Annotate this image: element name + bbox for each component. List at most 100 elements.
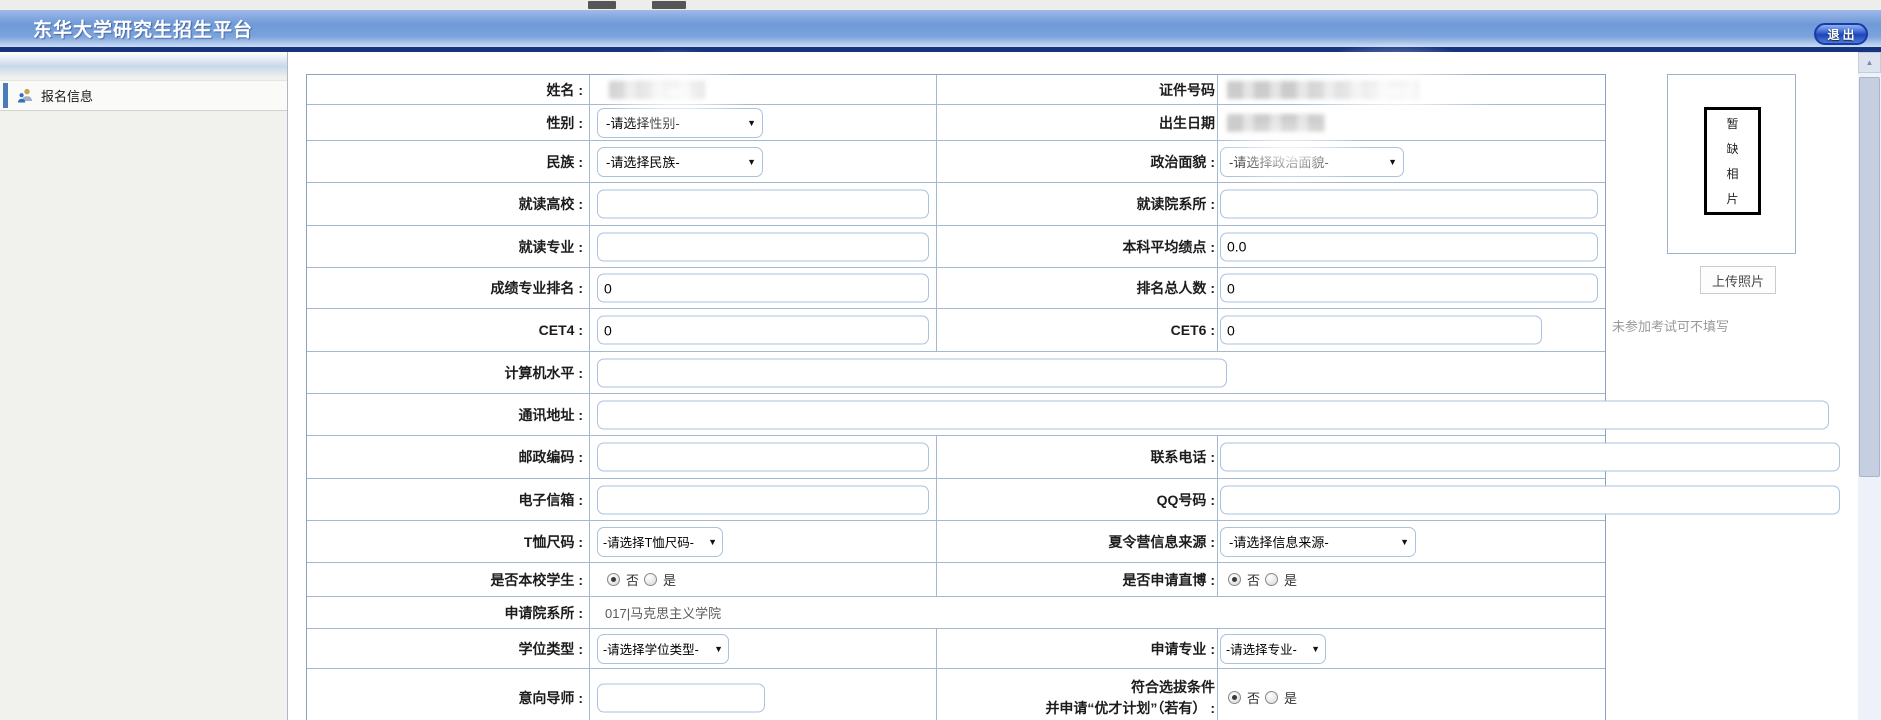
radio-yes[interactable] bbox=[1265, 691, 1278, 704]
divider bbox=[589, 105, 590, 140]
radio-yes-label: 是 bbox=[1284, 570, 1297, 589]
divider bbox=[589, 394, 590, 435]
form-row-address: 通讯地址 : bbox=[307, 394, 1605, 436]
field-label-ethnicity: 民族 : bbox=[307, 141, 588, 182]
cet6-input[interactable] bbox=[1220, 316, 1542, 345]
phone-input[interactable] bbox=[1220, 443, 1840, 472]
chevron-down-icon: ▼ bbox=[1311, 644, 1320, 654]
browser-remnant bbox=[588, 1, 616, 9]
address-input[interactable] bbox=[597, 400, 1829, 429]
field-label-qq: QQ号码 : bbox=[937, 479, 1220, 520]
divider bbox=[589, 226, 590, 267]
divider bbox=[589, 436, 590, 478]
field-label-degree-type: 学位类型 : bbox=[307, 629, 588, 668]
header-bar: 东华大学研究生招生平台 退出 bbox=[0, 10, 1881, 47]
field-label-department: 就读院系所 : bbox=[937, 183, 1220, 225]
cet4-input[interactable] bbox=[597, 316, 929, 345]
field-label-university: 就读高校 : bbox=[307, 183, 588, 225]
political-status-select[interactable]: -请选择政治面貌- ▼ bbox=[1220, 147, 1404, 177]
field-label-talent-plan: 符合选拔条件 并申请“优才计划”（若有） : bbox=[937, 669, 1220, 720]
field-label-political-status: 政治面貌 : bbox=[937, 141, 1220, 182]
divider bbox=[589, 521, 590, 562]
radio-no[interactable] bbox=[1228, 573, 1241, 586]
divider bbox=[589, 352, 590, 393]
chevron-down-icon: ▼ bbox=[1400, 537, 1409, 547]
redacted-name-value bbox=[609, 81, 705, 99]
form-row-computer-level: 计算机水平 : bbox=[307, 352, 1605, 394]
form-row-advisor-talentplan: 意向导师 : 符合选拔条件 并申请“优才计划”（若有） : 否 是 bbox=[307, 669, 1605, 720]
radio-no-label: 否 bbox=[626, 570, 639, 589]
form-row-tshirt-source: T恤尺码 : -请选择T恤尺码- ▼ 夏令营信息来源 : -请选择信息来源- ▼ bbox=[307, 521, 1605, 563]
chevron-down-icon: ▼ bbox=[714, 644, 723, 654]
qq-input[interactable] bbox=[1220, 485, 1840, 514]
computer-level-input[interactable] bbox=[597, 358, 1227, 387]
field-label-info-source: 夏令营信息来源 : bbox=[937, 521, 1220, 562]
divider bbox=[589, 479, 590, 520]
tshirt-size-select-value: -请选择T恤尺码- bbox=[603, 532, 694, 551]
field-label-name: 姓名 : bbox=[307, 75, 588, 104]
form-row-apply-dept: 申请院系所 : 017|马克思主义学院 bbox=[307, 597, 1605, 629]
university-input[interactable] bbox=[597, 190, 929, 219]
postcode-input[interactable] bbox=[597, 443, 929, 472]
field-label-advisor: 意向导师 : bbox=[307, 669, 588, 720]
advisor-input[interactable] bbox=[597, 683, 765, 712]
form-row-major-gpa: 就读专业 : 本科平均绩点 : bbox=[307, 226, 1605, 268]
field-label-cet4: CET4 : bbox=[307, 309, 588, 351]
gender-select-value: -请选择性别- bbox=[606, 113, 680, 132]
info-source-select[interactable]: -请选择信息来源- ▼ bbox=[1220, 527, 1416, 557]
scrollbar-thumb[interactable] bbox=[1859, 77, 1880, 477]
rank-total-input[interactable] bbox=[1220, 274, 1598, 303]
upload-photo-button[interactable]: 上传照片 bbox=[1700, 266, 1776, 294]
app-window: 东华大学研究生招生平台 退出 报名信息 姓名 : 证件号码 bbox=[0, 0, 1881, 720]
ethnicity-select-value: -请选择民族- bbox=[606, 152, 680, 171]
field-label-computer-level: 计算机水平 : bbox=[307, 352, 588, 393]
browser-remnant bbox=[652, 1, 686, 9]
radio-yes[interactable] bbox=[1265, 573, 1278, 586]
chevron-down-icon: ▼ bbox=[747, 118, 756, 128]
rank-input[interactable] bbox=[597, 274, 929, 303]
redacted-id-number-value bbox=[1227, 81, 1419, 99]
chevron-down-icon: ▼ bbox=[1388, 157, 1397, 167]
field-label-rank-total: 排名总人数 : bbox=[937, 268, 1220, 308]
radio-no-label: 否 bbox=[1247, 688, 1260, 707]
sidebar-item-registration-info[interactable]: 报名信息 bbox=[0, 80, 287, 111]
form-row-rank: 成绩专业排名 : 排名总人数 : bbox=[307, 268, 1605, 309]
field-label-id-number: 证件号码 bbox=[937, 75, 1220, 104]
scrollbar-up-arrow[interactable]: ▲ bbox=[1858, 52, 1881, 73]
photo-placeholder-box: 暂 缺 相 片 bbox=[1667, 74, 1796, 254]
form-row-local-directphd: 是否本校学生 : 否 是 是否申请直博 : 否 是 bbox=[307, 563, 1605, 597]
form-row-postcode-phone: 邮政编码 : 联系电话 : bbox=[307, 436, 1605, 479]
divider bbox=[589, 629, 590, 668]
form-row-degree-major: 学位类型 : -请选择学位类型- ▼ 申请专业 : -请选择专业- ▼ bbox=[307, 629, 1605, 669]
field-label-postcode: 邮政编码 : bbox=[307, 436, 588, 478]
political-status-select-value: -请选择政治面貌- bbox=[1229, 152, 1329, 171]
radio-yes[interactable] bbox=[644, 573, 657, 586]
form-row-gender-birth: 性别 : -请选择性别- ▼ 出生日期 bbox=[307, 105, 1605, 141]
apply-major-select[interactable]: -请选择专业- ▼ bbox=[1220, 634, 1326, 664]
field-label-tshirt-size: T恤尺码 : bbox=[307, 521, 588, 562]
divider bbox=[589, 563, 590, 596]
field-label-rank: 成绩专业排名 : bbox=[307, 268, 588, 308]
degree-type-select[interactable]: -请选择学位类型- ▼ bbox=[597, 634, 729, 664]
divider bbox=[589, 75, 590, 104]
ethnicity-select[interactable]: -请选择民族- ▼ bbox=[597, 147, 763, 177]
radio-yes-label: 是 bbox=[1284, 688, 1297, 707]
department-input[interactable] bbox=[1220, 190, 1598, 219]
gpa-input[interactable] bbox=[1220, 232, 1598, 261]
logout-button[interactable]: 退出 bbox=[1814, 23, 1868, 45]
form-row-name-id: 姓名 : 证件号码 bbox=[307, 75, 1605, 105]
vertical-scrollbar[interactable]: ▲ bbox=[1858, 52, 1881, 720]
field-label-apply-major: 申请专业 : bbox=[937, 629, 1220, 668]
tshirt-size-select[interactable]: -请选择T恤尺码- ▼ bbox=[597, 527, 723, 557]
info-source-select-value: -请选择信息来源- bbox=[1229, 532, 1329, 551]
major-input[interactable] bbox=[597, 232, 929, 261]
divider bbox=[589, 141, 590, 182]
field-label-address: 通讯地址 : bbox=[307, 394, 588, 435]
radio-no[interactable] bbox=[1228, 691, 1241, 704]
radio-yes-label: 是 bbox=[663, 570, 676, 589]
radio-no[interactable] bbox=[607, 573, 620, 586]
gender-select[interactable]: -请选择性别- ▼ bbox=[597, 108, 763, 138]
email-input[interactable] bbox=[597, 485, 929, 514]
field-label-local-student: 是否本校学生 : bbox=[307, 563, 588, 596]
field-label-gender: 性别 : bbox=[307, 105, 588, 140]
